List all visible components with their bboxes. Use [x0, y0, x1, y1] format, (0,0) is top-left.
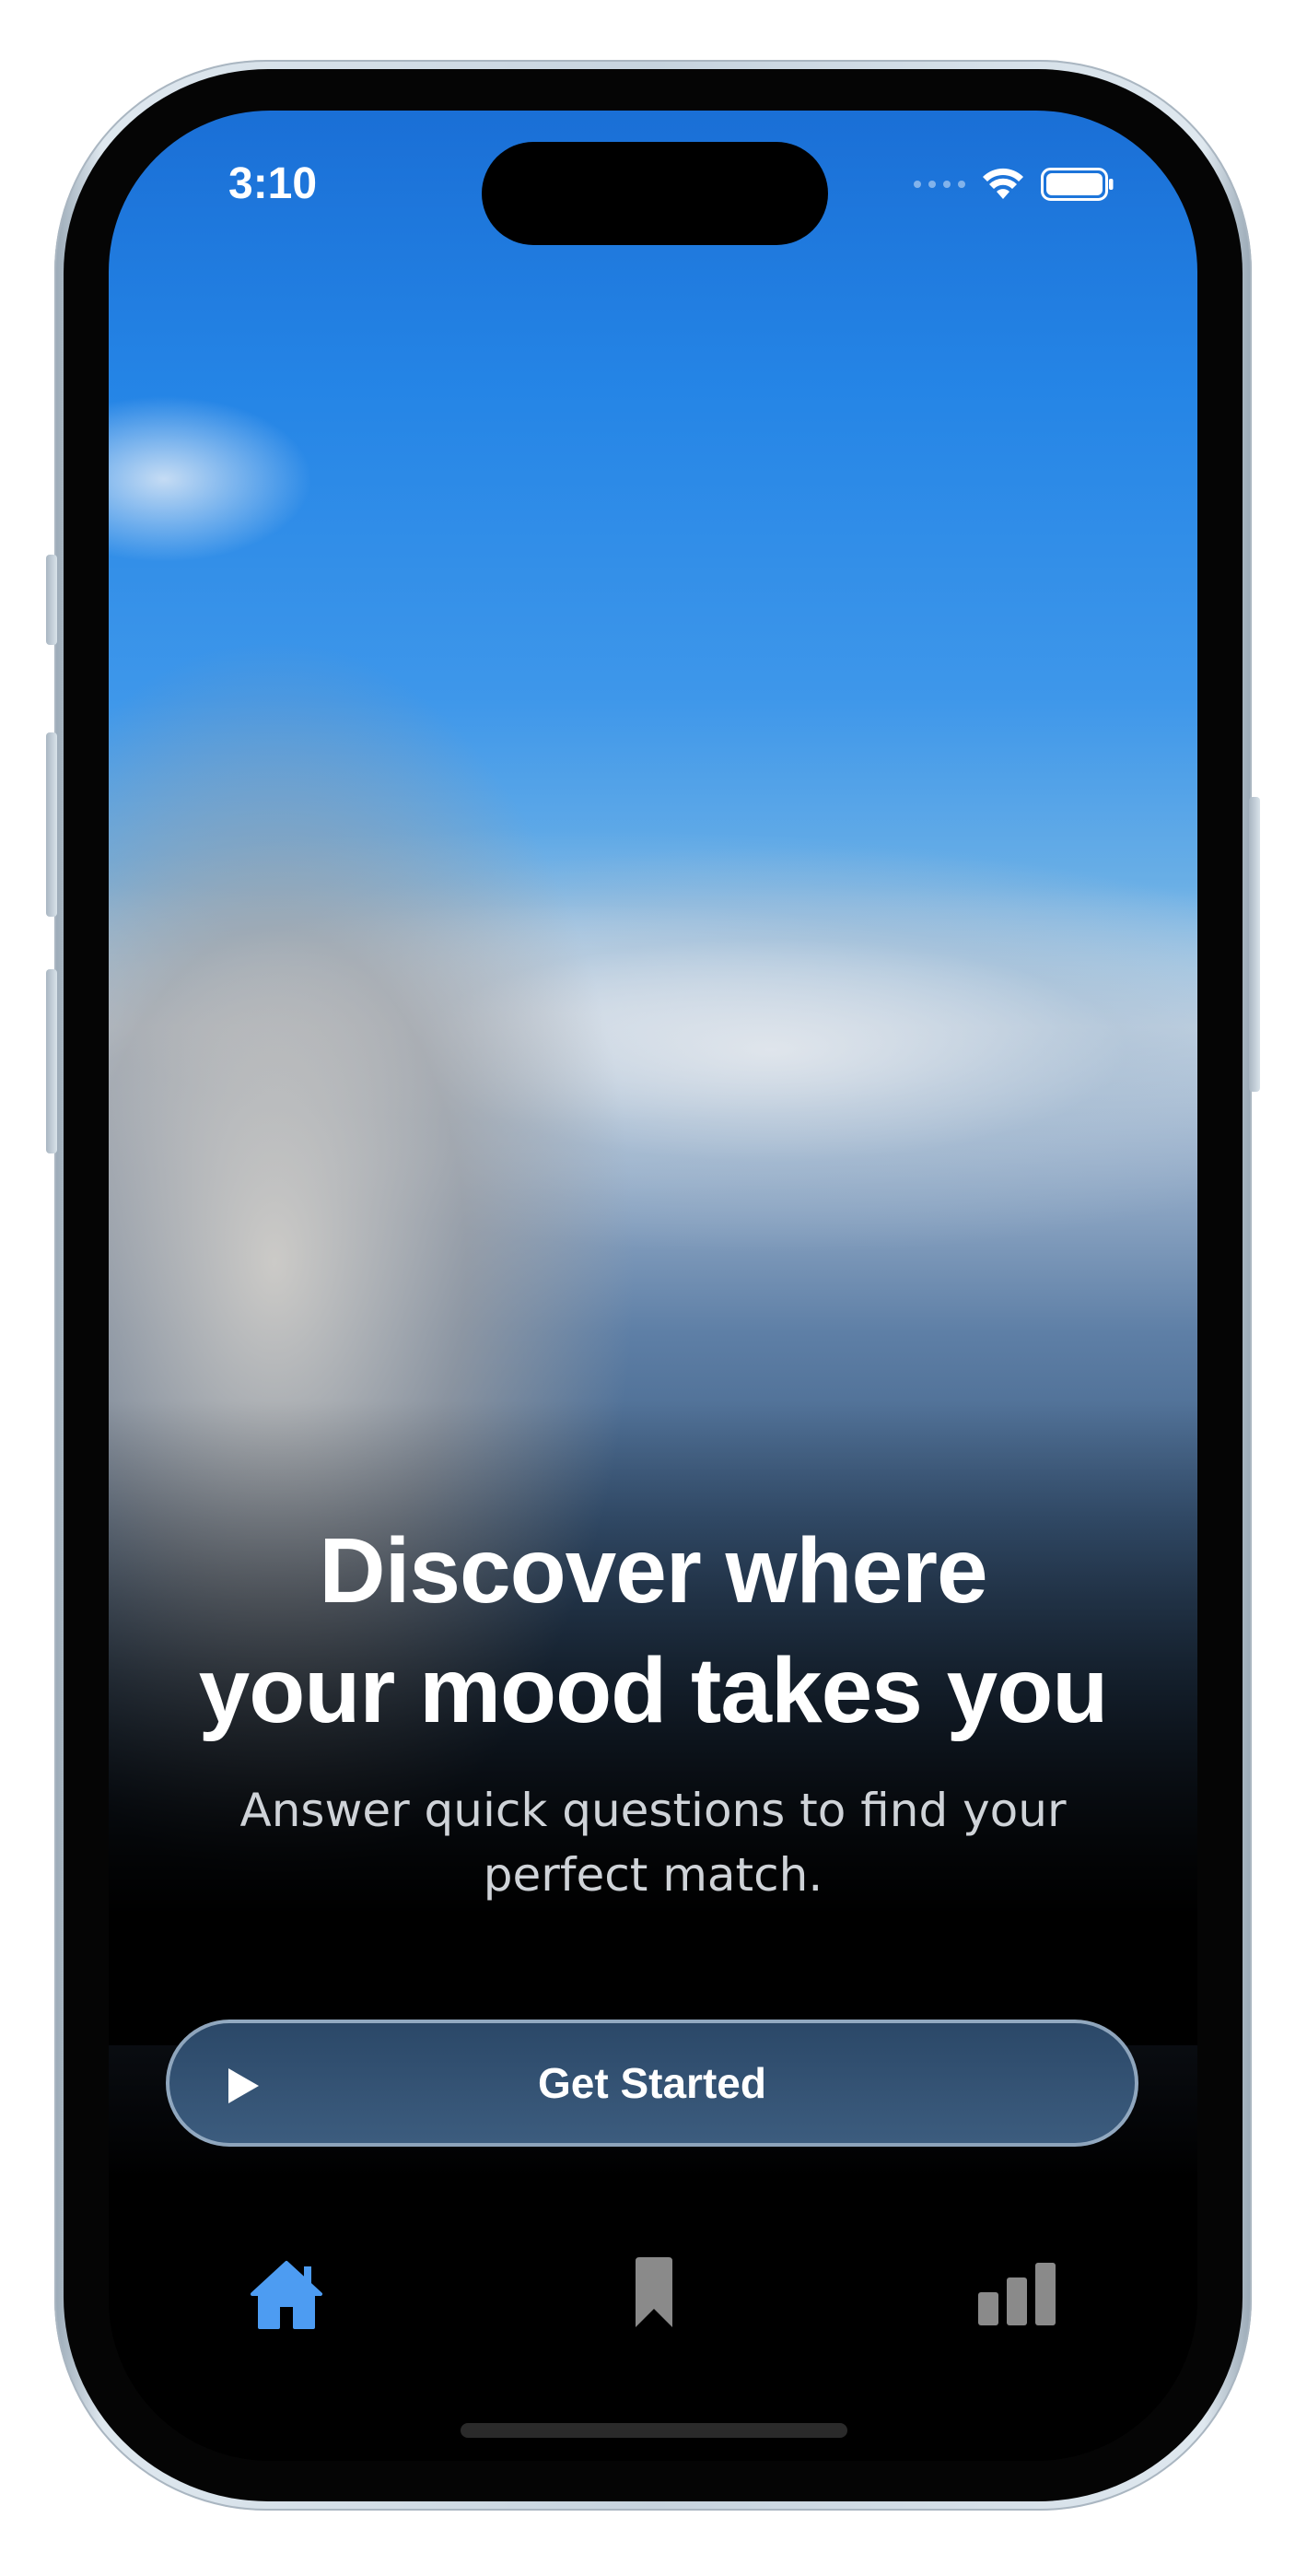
headline-line-1: Discover where [319, 1519, 987, 1622]
status-time: 3:10 [228, 159, 318, 208]
headline-line-2: your mood takes you [198, 1639, 1109, 1742]
headline: Discover where your mood takes you [109, 1511, 1197, 1751]
volume-up-button [46, 732, 57, 917]
home-icon [251, 2261, 322, 2329]
wifi-icon [983, 168, 1023, 199]
signal-dots-icon [914, 181, 965, 188]
tab-home[interactable] [247, 2257, 326, 2335]
hero-section: Discover where your mood takes you Answe… [109, 1511, 1197, 1907]
stats-icon [978, 2263, 1056, 2325]
home-indicator[interactable] [461, 2423, 847, 2438]
subtitle-line-2: perfect match. [483, 1848, 823, 1902]
bookmark-icon [636, 2257, 672, 2327]
action-button [46, 555, 57, 645]
tab-stats[interactable] [974, 2257, 1059, 2335]
screen: 3:10 Discover where your mood takes you … [109, 111, 1197, 2461]
status-indicators [914, 168, 1114, 201]
tab-bar [109, 2257, 1197, 2368]
get-started-button[interactable]: Get Started [166, 2020, 1138, 2147]
subtitle-line-1: Answer quick questions to find your [239, 1784, 1067, 1837]
subtitle: Answer quick questions to find your perf… [109, 1778, 1197, 1907]
tab-bookmarks[interactable] [630, 2257, 678, 2335]
power-button [1249, 797, 1260, 1092]
dynamic-island [482, 142, 828, 245]
get-started-label: Get Started [538, 2059, 766, 2107]
volume-down-button [46, 969, 57, 1153]
battery-icon [1041, 168, 1114, 201]
